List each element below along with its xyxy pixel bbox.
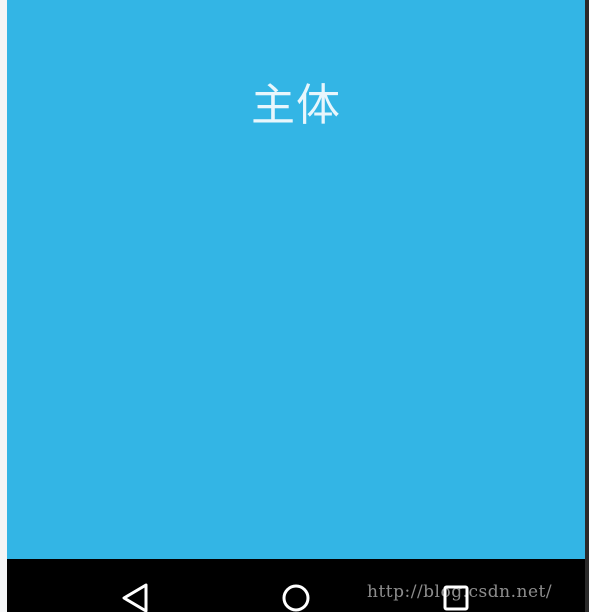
right-border (585, 0, 589, 612)
home-button[interactable] (276, 581, 316, 612)
back-button[interactable] (119, 581, 159, 612)
back-triangle-icon (122, 583, 148, 612)
home-circle-icon (282, 584, 310, 612)
left-border (0, 0, 7, 612)
main-content-area: 主体 (7, 0, 585, 559)
main-title: 主体 (251, 80, 341, 131)
navigation-bar: http://blog.csdn.net/ (7, 559, 585, 612)
watermark-text: http://blog.csdn.net/ (367, 582, 553, 602)
